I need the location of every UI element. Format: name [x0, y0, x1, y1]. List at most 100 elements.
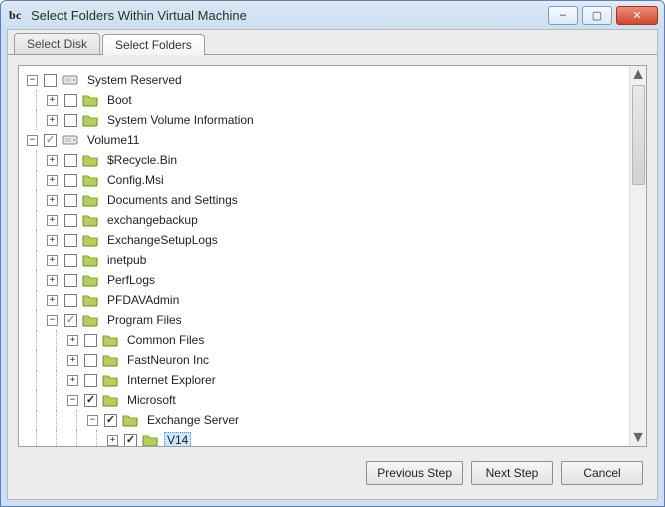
tab-select-disk[interactable]: Select Disk [14, 33, 100, 54]
collapse-icon[interactable]: − [27, 75, 38, 86]
folder-icon [102, 332, 118, 348]
tree-node-label: System Volume Information [104, 112, 257, 128]
checkbox[interactable] [44, 134, 57, 147]
tab-select-folders[interactable]: Select Folders [102, 34, 205, 55]
expand-icon[interactable]: + [67, 355, 78, 366]
checkbox[interactable] [64, 294, 77, 307]
folder-icon [82, 292, 98, 308]
tree-node-label: PFDAVAdmin [104, 292, 182, 308]
tree-node[interactable]: +V14 [27, 430, 629, 446]
tree-node[interactable]: + ExchangeSetupLogs [27, 230, 629, 250]
scroll-up-button[interactable]: ▲ [630, 66, 647, 83]
tab-strip: Select Disk Select Folders [8, 30, 657, 54]
tree-node[interactable]: +Internet Explorer [27, 370, 629, 390]
tree-node-label: Common Files [124, 332, 207, 348]
checkbox[interactable] [124, 434, 137, 447]
chevron-down-icon: ▼ [630, 429, 646, 447]
cancel-button[interactable]: Cancel [561, 461, 643, 485]
checkbox[interactable] [64, 154, 77, 167]
tree-node[interactable]: + Common Files [27, 330, 629, 350]
tree-node[interactable]: +Documents and Settings [27, 190, 629, 210]
tree-node[interactable]: − Microsoft [27, 390, 629, 410]
folder-tree-panel: − System Reserved + Boot + System Volume Info… [18, 65, 647, 447]
tree-node-label: System Reserved [84, 72, 185, 88]
dialog-footer: Previous Step Next Step Cancel [18, 457, 647, 489]
expand-icon[interactable]: + [47, 155, 58, 166]
checkbox[interactable] [84, 374, 97, 387]
checkbox[interactable] [64, 274, 77, 287]
tree-node[interactable]: + Boot [27, 90, 629, 110]
client-area: Select Disk Select Folders − System Reser… [7, 29, 658, 500]
close-button[interactable]: ✕ [616, 6, 658, 25]
tree-node-label: Boot [104, 92, 135, 108]
tree-node[interactable]: + inetpub [27, 250, 629, 270]
scroll-track[interactable] [630, 83, 647, 429]
folder-icon [82, 272, 98, 288]
vertical-scrollbar[interactable]: ▲ ▼ [629, 66, 646, 446]
expand-icon[interactable]: + [67, 375, 78, 386]
tab-label: Select Disk [27, 37, 87, 51]
checkbox[interactable] [64, 234, 77, 247]
next-step-button[interactable]: Next Step [471, 461, 553, 485]
maximize-button[interactable]: ▢ [582, 6, 612, 25]
checkbox[interactable] [64, 94, 77, 107]
folder-icon [82, 312, 98, 328]
tree-node[interactable]: + PFDAVAdmin [27, 290, 629, 310]
expand-icon[interactable]: + [47, 115, 58, 126]
collapse-icon[interactable]: − [27, 135, 38, 146]
tree-node[interactable]: + exchangebackup [27, 210, 629, 230]
folder-icon [82, 212, 98, 228]
titlebar[interactable]: b c Select Folders Within Virtual Machin… [1, 1, 664, 29]
collapse-icon[interactable]: − [87, 415, 98, 426]
folder-icon [102, 392, 118, 408]
tree-node[interactable]: −Program Files [27, 310, 629, 330]
checkbox[interactable] [64, 254, 77, 267]
tree-node-label: ExchangeSetupLogs [104, 232, 221, 248]
checkbox[interactable] [84, 394, 97, 407]
minimize-button[interactable]: – [548, 6, 578, 25]
tree-node[interactable]: −Volume11 [27, 130, 629, 150]
tree-node-label: PerfLogs [104, 272, 158, 288]
expand-icon[interactable]: + [47, 295, 58, 306]
scroll-down-button[interactable]: ▼ [630, 429, 647, 446]
tree-node-label: $Recycle.Bin [104, 152, 180, 168]
tree-node-label: exchangebackup [104, 212, 201, 228]
previous-step-button[interactable]: Previous Step [366, 461, 463, 485]
tree-node-label: Config.Msi [104, 172, 167, 188]
scroll-thumb[interactable] [632, 85, 645, 185]
tree-node[interactable]: + System Volume Information [27, 110, 629, 130]
expand-icon[interactable]: + [47, 175, 58, 186]
collapse-icon[interactable]: − [67, 395, 78, 406]
checkbox[interactable] [64, 114, 77, 127]
expand-icon[interactable]: + [107, 435, 118, 446]
tree-node[interactable]: + Config.Msi [27, 170, 629, 190]
tree-node[interactable]: −Exchange Server [27, 410, 629, 430]
checkbox[interactable] [64, 194, 77, 207]
checkbox[interactable] [64, 214, 77, 227]
collapse-icon[interactable]: − [47, 315, 58, 326]
minimize-icon: – [560, 9, 566, 21]
checkbox[interactable] [104, 414, 117, 427]
folder-icon [82, 152, 98, 168]
expand-icon[interactable]: + [47, 215, 58, 226]
checkbox[interactable] [84, 354, 97, 367]
checkbox[interactable] [44, 74, 57, 87]
tree-node[interactable]: +FastNeuron Inc [27, 350, 629, 370]
folder-tree[interactable]: − System Reserved + Boot + System Volume Info… [19, 66, 629, 446]
tree-node-label: inetpub [104, 252, 149, 268]
tree-node-label: Microsoft [124, 392, 179, 408]
expand-icon[interactable]: + [47, 275, 58, 286]
tree-node[interactable]: + PerfLogs [27, 270, 629, 290]
checkbox[interactable] [64, 174, 77, 187]
expand-icon[interactable]: + [47, 95, 58, 106]
tree-node[interactable]: − System Reserved [27, 70, 629, 90]
tree-node[interactable]: + $Recycle.Bin [27, 150, 629, 170]
expand-icon[interactable]: + [47, 255, 58, 266]
button-label: Next Step [486, 466, 539, 480]
expand-icon[interactable]: + [47, 195, 58, 206]
expand-icon[interactable]: + [67, 335, 78, 346]
folder-icon [122, 412, 138, 428]
expand-icon[interactable]: + [47, 235, 58, 246]
checkbox[interactable] [84, 334, 97, 347]
checkbox[interactable] [64, 314, 77, 327]
